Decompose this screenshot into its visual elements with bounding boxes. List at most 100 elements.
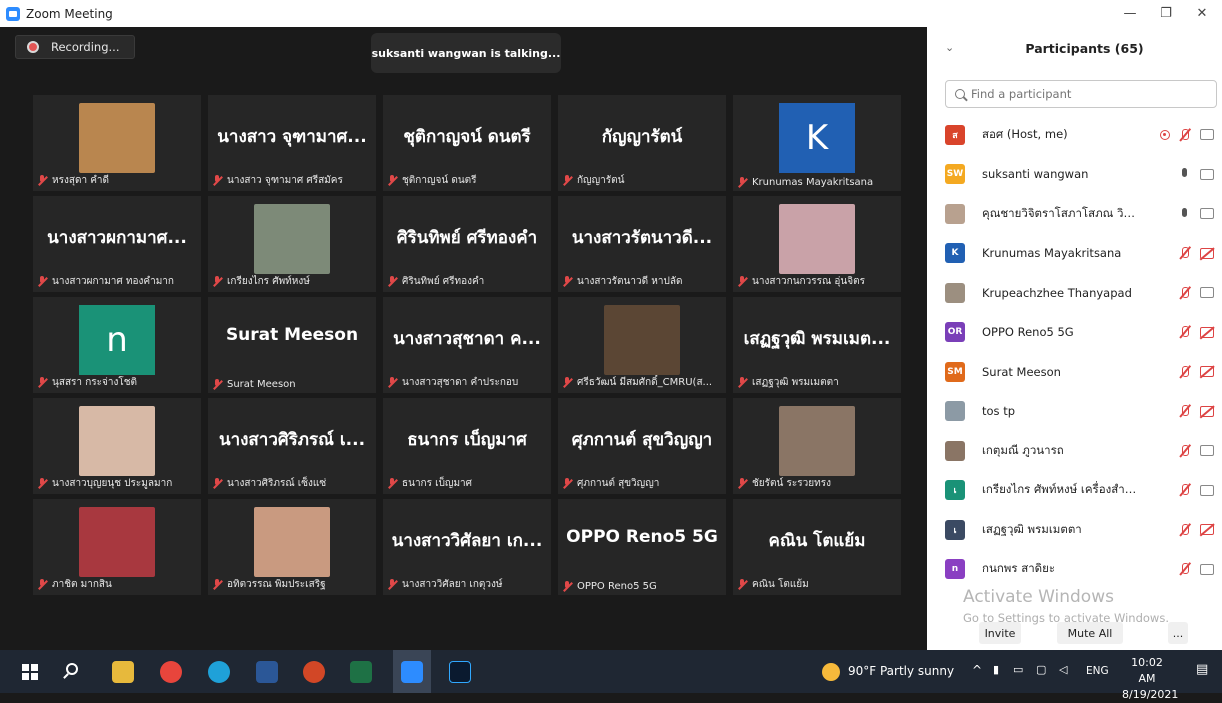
tile-name-text: หรงสุดา คำดี bbox=[52, 175, 110, 186]
tile-name-label: นางสาวสุชาดา คำประกอบ bbox=[387, 375, 547, 390]
mute-all-button[interactable]: Mute All bbox=[1057, 622, 1123, 644]
video-tile[interactable]: นางสาวบุญยนุช ประมูลมาก bbox=[33, 398, 201, 494]
taskbar-clock[interactable]: 10:02 AM 8/19/2021 bbox=[1122, 655, 1178, 703]
video-tile[interactable]: OPPO Reno5 5G OPPO Reno5 5G bbox=[558, 499, 726, 595]
excel-icon[interactable] bbox=[350, 661, 372, 683]
video-tile[interactable]: นางสาว จุฑามาศ... นางสาว จุฑามาศ ศรีสมัคร bbox=[208, 95, 376, 191]
mic-muted-icon[interactable] bbox=[1178, 286, 1192, 300]
tray-volume-icon[interactable]: ◁ bbox=[1059, 663, 1067, 676]
mic-muted-icon[interactable] bbox=[1178, 523, 1192, 537]
chrome-icon[interactable] bbox=[160, 661, 182, 683]
video-tile[interactable]: Surat Meeson Surat Meeson bbox=[208, 297, 376, 393]
video-icon[interactable] bbox=[1200, 484, 1214, 496]
mic-icon[interactable] bbox=[1178, 167, 1192, 181]
video-tile[interactable]: นางสาวผกามาศ... นางสาวผกามาศ ทองคำมาก bbox=[33, 196, 201, 292]
video-tile[interactable]: ศิรินทิพย์ ศรีทองคำ ศิรินทิพย์ ศรีทองคำ bbox=[383, 196, 551, 292]
zoom-taskbar-icon[interactable] bbox=[401, 661, 423, 683]
participant-row[interactable]: เ เกรียงไกร ศัพท์หงษ์ เครื่องสำรอง bbox=[927, 471, 1222, 511]
video-icon[interactable] bbox=[1200, 129, 1214, 141]
participant-name: กนกพร สาดิยะ bbox=[982, 561, 1056, 576]
windows-start-icon[interactable] bbox=[22, 664, 38, 680]
video-off-icon[interactable] bbox=[1200, 247, 1214, 259]
more-button[interactable]: ... bbox=[1168, 622, 1188, 644]
participant-row[interactable]: เ เสฏฐวุฒิ พรมเมตตา bbox=[927, 510, 1222, 550]
photoshop-icon[interactable] bbox=[449, 661, 471, 683]
tray-chevron-icon[interactable]: ^ bbox=[972, 663, 982, 677]
participant-row[interactable]: tos tp bbox=[927, 392, 1222, 432]
invite-button[interactable]: Invite bbox=[979, 622, 1021, 644]
participant-row[interactable]: K Krunumas Mayakritsana bbox=[927, 234, 1222, 274]
close-icon[interactable]: ✕ bbox=[1182, 0, 1222, 27]
input-language[interactable]: ENG bbox=[1086, 665, 1109, 677]
participant-row[interactable]: ส สอศ (Host, me) bbox=[927, 115, 1222, 155]
notification-icon[interactable]: ▤ bbox=[1196, 662, 1208, 677]
mic-muted-icon[interactable] bbox=[1178, 483, 1192, 497]
tile-name-label: นางสาว จุฑามาศ ศรีสมัคร bbox=[212, 173, 372, 188]
participant-row[interactable]: เกตุมณี ภูวนารถ bbox=[927, 431, 1222, 471]
recording-indicator[interactable]: Recording... bbox=[15, 35, 135, 59]
video-off-icon[interactable] bbox=[1200, 326, 1214, 338]
video-tile[interactable]: นางสาวสุชาดา ค... นางสาวสุชาดา คำประกอบ bbox=[383, 297, 551, 393]
participant-row[interactable]: SM Surat Meeson bbox=[927, 352, 1222, 392]
video-off-icon[interactable] bbox=[1200, 366, 1214, 378]
mic-muted-icon[interactable] bbox=[1178, 562, 1192, 576]
video-icon[interactable] bbox=[1200, 563, 1214, 575]
participant-status-icons bbox=[1178, 325, 1214, 339]
edge-icon[interactable] bbox=[208, 661, 230, 683]
participant-row[interactable]: SW suksanti wangwan bbox=[927, 155, 1222, 195]
taskbar-search-icon[interactable] bbox=[66, 663, 78, 675]
tray-network-icon[interactable]: ▮ bbox=[993, 663, 999, 676]
video-icon[interactable] bbox=[1200, 287, 1214, 299]
video-tile[interactable]: ชุติกาญจน์ ดนตรี ชุติกาญจน์ ดนตรี bbox=[383, 95, 551, 191]
video-tile[interactable]: เสฏฐวุฒิ พรมเมต... เสฏฐวุฒิ พรมเมตตา bbox=[733, 297, 901, 393]
video-tile[interactable]: ธนากร เบ็ญมาศ ธนากร เบ็ญมาศ bbox=[383, 398, 551, 494]
video-tile[interactable]: ภาชิต มากสิน bbox=[33, 499, 201, 595]
tray-battery-icon[interactable]: ▭ bbox=[1013, 663, 1023, 676]
weather-text[interactable]: 90°F Partly sunny bbox=[848, 664, 954, 678]
participant-name: Surat Meeson bbox=[982, 364, 1061, 379]
video-tile[interactable]: นางสาวกนกวรรณ อุ่นจิตร bbox=[733, 196, 901, 292]
mic-muted-icon[interactable] bbox=[1178, 128, 1192, 142]
participant-row[interactable]: OR OPPO Reno5 5G bbox=[927, 313, 1222, 353]
tile-name-text: Krunumas Mayakritsana bbox=[752, 177, 874, 188]
mic-muted-icon[interactable] bbox=[1178, 325, 1192, 339]
mic-muted-icon[interactable] bbox=[1178, 365, 1192, 379]
video-tile[interactable]: เกรียงไกร ศัพท์หงษ์ bbox=[208, 196, 376, 292]
participant-row[interactable]: คุณชายวิจิตราโสภาโสภณ วิมลรัตนรุ... bbox=[927, 194, 1222, 234]
restore-icon[interactable]: ❐ bbox=[1146, 0, 1186, 27]
tray-display-icon[interactable]: ▢ bbox=[1036, 663, 1046, 676]
participant-row[interactable]: n กนกพร สาดิยะ bbox=[927, 550, 1222, 590]
participant-search[interactable] bbox=[945, 80, 1217, 108]
participant-row[interactable]: Krupeachzhee Thanyapad bbox=[927, 273, 1222, 313]
weather-icon[interactable] bbox=[822, 663, 840, 681]
video-tile[interactable]: อทิตวรรณ พิมประเสริฐ bbox=[208, 499, 376, 595]
video-tile[interactable]: ศรีธวัฒน์ มีสมศักดิ์_CMRU(ส... bbox=[558, 297, 726, 393]
word-icon[interactable] bbox=[256, 661, 278, 683]
video-icon[interactable] bbox=[1200, 168, 1214, 180]
video-tile[interactable]: n นุสสรา กระจ่างโชติ bbox=[33, 297, 201, 393]
minimize-icon[interactable]: — bbox=[1110, 0, 1150, 27]
video-tile[interactable]: กัญญารัตน์ กัญญารัตน์ bbox=[558, 95, 726, 191]
mic-icon[interactable] bbox=[1178, 207, 1192, 221]
video-tile[interactable]: คณิน โตแย้ม คณิน โตแย้ม bbox=[733, 499, 901, 595]
video-tile[interactable]: หรงสุดา คำดี bbox=[33, 95, 201, 191]
tile-name-label: อทิตวรรณ พิมประเสริฐ bbox=[212, 577, 372, 592]
participant-list[interactable]: ส สอศ (Host, me) SW suksanti wangwan คุณชายว… bbox=[927, 115, 1222, 600]
video-icon[interactable] bbox=[1200, 208, 1214, 220]
video-tile[interactable]: นางสาวรัตนาวดี... นางสาวรัตนาวดี หาปลัด bbox=[558, 196, 726, 292]
mic-muted-icon[interactable] bbox=[1178, 246, 1192, 260]
video-off-icon[interactable] bbox=[1200, 405, 1214, 417]
video-icon[interactable] bbox=[1200, 445, 1214, 457]
file-explorer-icon[interactable] bbox=[112, 661, 134, 683]
video-tile[interactable]: K Krunumas Mayakritsana bbox=[733, 95, 901, 191]
video-tile[interactable]: ชัยรัตน์ ระรวยทรง bbox=[733, 398, 901, 494]
video-tile[interactable]: นางสาวศิริภรณ์ เ... นางสาวศิริภรณ์ เซ็งแซ… bbox=[208, 398, 376, 494]
search-input[interactable] bbox=[971, 87, 1201, 101]
video-tile[interactable]: นางสาววิศัลยา เก... นางสาววิศัลยา เกตุวงษ… bbox=[383, 499, 551, 595]
tile-name-text: เกรียงไกร ศัพท์หงษ์ bbox=[227, 276, 310, 287]
video-off-icon[interactable] bbox=[1200, 524, 1214, 536]
mic-muted-icon[interactable] bbox=[1178, 404, 1192, 418]
mic-muted-icon[interactable] bbox=[1178, 444, 1192, 458]
powerpoint-icon[interactable] bbox=[303, 661, 325, 683]
video-tile[interactable]: ศุภกานต์ สุขวิญญา ศุภกานต์ สุขวิญญา bbox=[558, 398, 726, 494]
